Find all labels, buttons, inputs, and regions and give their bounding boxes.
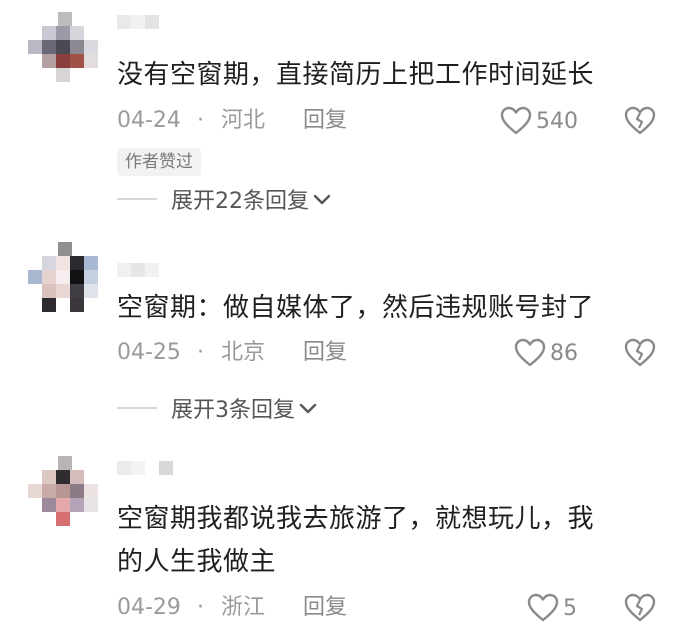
like-count: 5: [563, 595, 577, 621]
like-button[interactable]: 86: [514, 338, 578, 368]
comment-location: 河北: [221, 108, 266, 133]
comment-location: 浙江: [221, 595, 266, 620]
heart-outline-icon: [514, 338, 546, 367]
avatar[interactable]: [28, 456, 100, 528]
author-liked-badge: 作者赞过: [117, 148, 201, 176]
comment-text-line-2: 的人生我做主: [117, 547, 277, 577]
comment-date: 04-29: [117, 595, 181, 620]
expand-replies-label: 展开22条回复: [171, 189, 309, 214]
username-mosaic[interactable]: [117, 460, 173, 475]
comment-date: 04-25: [117, 340, 181, 365]
expand-replies-button[interactable]: 展开22条回复: [117, 184, 331, 214]
broken-heart-icon: [624, 106, 656, 135]
meta-separator: ·: [197, 595, 204, 620]
username-mosaic[interactable]: [117, 262, 159, 277]
expand-replies-label: 展开3条回复: [171, 398, 295, 423]
like-count: 86: [550, 340, 578, 366]
broken-heart-icon: [624, 593, 656, 622]
avatar[interactable]: [28, 12, 100, 84]
like-button[interactable]: 5: [527, 593, 577, 623]
heart-outline-icon: [500, 106, 532, 135]
meta-separator: ·: [197, 340, 204, 365]
chevron-down-icon: [313, 194, 331, 205]
dislike-button[interactable]: [624, 106, 656, 140]
chevron-down-icon: [299, 403, 317, 414]
divider-line: [117, 198, 157, 200]
comment-text: 没有空窗期，直接简历上把工作时间延长: [117, 60, 595, 90]
like-count: 540: [536, 108, 578, 134]
like-button[interactable]: 540: [500, 106, 578, 136]
comment-text: 空窗期：做自媒体了，然后违规账号封了: [117, 293, 595, 323]
dislike-button[interactable]: [624, 593, 656, 627]
heart-outline-icon: [527, 593, 559, 622]
expand-replies-button[interactable]: 展开3条回复: [117, 393, 317, 423]
comment-text-line-1: 空窗期我都说我去旅游了，就想玩儿，我: [117, 504, 595, 534]
dislike-button[interactable]: [624, 338, 656, 372]
reply-button[interactable]: 回复: [303, 338, 347, 368]
reply-button[interactable]: 回复: [303, 593, 347, 623]
comment-location: 北京: [221, 340, 266, 365]
broken-heart-icon: [624, 338, 656, 367]
divider-line: [117, 407, 157, 409]
meta-separator: ·: [197, 108, 204, 133]
reply-button[interactable]: 回复: [303, 106, 347, 136]
username-mosaic[interactable]: [117, 14, 159, 29]
avatar[interactable]: [28, 242, 100, 314]
comment-date: 04-24: [117, 108, 181, 133]
